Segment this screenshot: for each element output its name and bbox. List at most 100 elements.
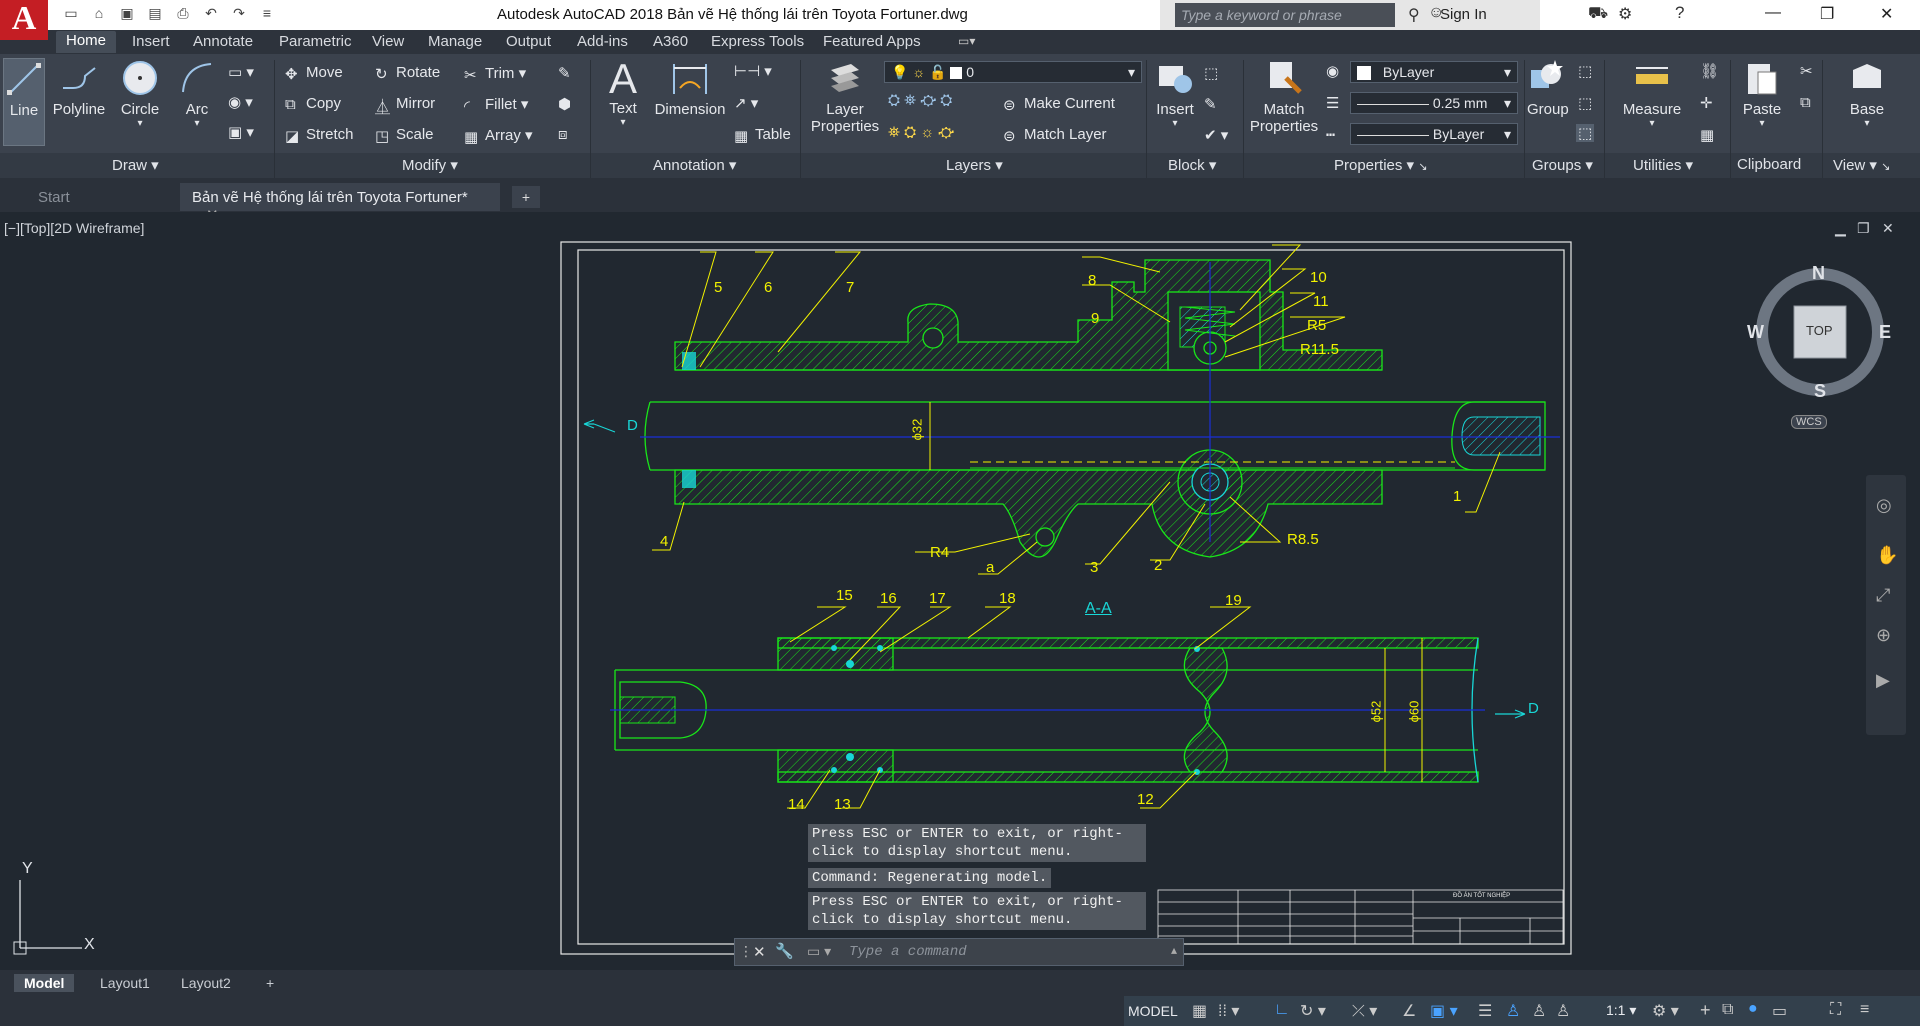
tab-output[interactable]: Output [506,33,551,50]
open-icon[interactable]: ⌂ [90,4,108,22]
chevron-down-icon[interactable]: ▾ [1614,118,1690,129]
sign-in-button[interactable]: Sign In [1440,6,1487,23]
make-current-button[interactable]: ⊜ Make Current [1003,95,1115,114]
copy-button[interactable]: ⧉ Copy [285,95,341,113]
hardware-acceleration-icon[interactable]: ● [1748,1000,1758,1018]
paste-button[interactable]: Paste ▾ [1740,58,1784,129]
quick-select-icon[interactable]: ⛓ [1700,62,1719,80]
tab-layout1[interactable]: Layout1 [90,974,160,992]
print-icon[interactable]: ⎙ [174,4,192,22]
isolate-objects-icon[interactable]: ⧉ [1722,1001,1733,1019]
clipboard-panel-label[interactable]: Clipboard [1737,156,1801,173]
copy-clip-icon[interactable]: ⧉ [1800,94,1811,111]
layer-dropdown[interactable]: 💡 ☼ 🔓 0 ▾ [884,61,1142,83]
cart-icon[interactable]: ⛟ [1588,4,1608,24]
new-tab-button[interactable]: + [512,186,540,208]
tab-model[interactable]: Model [14,974,75,992]
help-icon[interactable]: ? [1675,3,1684,23]
grid-icon[interactable]: ▦ [1192,1001,1207,1021]
tab-view[interactable]: View [372,33,404,50]
save-icon[interactable]: ▣ [118,4,136,22]
close-command-icon[interactable]: ✕ [753,943,766,961]
ortho-icon[interactable]: ∟ [1274,1001,1290,1019]
id-point-icon[interactable]: ✛ [1700,94,1713,112]
group-button[interactable]: Group [1527,58,1569,118]
command-input[interactable]: Type a command [849,944,967,960]
lineweight-icon[interactable]: ☰ [1326,94,1339,112]
autocad-logo-button[interactable]: A [0,0,48,40]
mirror-button[interactable]: ⏅ Mirror [375,95,435,116]
view-panel-label[interactable]: View ▾ ↘ [1833,156,1890,174]
compass-north[interactable]: N [1812,263,1825,284]
status-menu-icon[interactable]: ≡ [1860,1001,1869,1019]
measure-button[interactable]: Measure ▾ [1614,58,1690,129]
edit-block-icon[interactable]: ✎ [1204,95,1217,113]
showmotion-icon[interactable]: ▶ [1876,670,1890,691]
restore-icon[interactable]: ❐ [1820,4,1834,24]
model-space-button[interactable]: MODEL [1128,1003,1178,1019]
layer-tools-row2[interactable]: ⛯ ⛭ ☼ ⛮ [888,124,954,141]
rotate-button[interactable]: ↻ Rotate [375,64,440,83]
chevron-down-icon[interactable]: ▾ [603,117,643,128]
tab-drawing[interactable]: Bản vẽ Hệ thống lái trên Toyota Fortuner… [180,183,500,224]
osnap-icon[interactable]: ▣ ▾ [1430,1001,1458,1021]
annotation-scale-icon[interactable]: ♙ [1556,1001,1570,1021]
annotation-scale-value[interactable]: 1:1 ▾ [1606,1002,1636,1019]
attribute-icon[interactable]: ✔ ▾ [1204,126,1228,144]
layer-properties-button[interactable]: Layer Properties [808,58,882,135]
chevron-down-icon[interactable]: ▾ [118,118,162,129]
offset-icon[interactable]: ⧈ [558,126,568,143]
steering-wheel-icon[interactable]: ◎ [1876,495,1892,516]
lineweight-dropdown[interactable]: 0.25 mm ▾ [1350,92,1518,114]
polyline-button[interactable]: Polyline [52,58,106,118]
new-icon[interactable]: ▭ [62,4,80,22]
save-as-icon[interactable]: ▤ [146,4,164,22]
tab-annotate[interactable]: Annotate [193,33,253,50]
tab-featured-apps[interactable]: Featured Apps [823,33,921,50]
fillet-button[interactable]: ◜ Fillet ▾ [464,95,528,115]
minimize-icon[interactable]: — [1765,4,1781,22]
tab-manage[interactable]: Manage [428,33,482,50]
hatch-icon[interactable]: ◉ ▾ [228,93,253,111]
match-properties-button[interactable]: Match Properties [1248,58,1320,135]
command-prompt-icon[interactable]: ▭ ▾ [807,943,831,960]
tab-add-ins[interactable]: Add-ins [577,33,628,50]
viewcube[interactable]: N S E W TOP WCS [1747,263,1891,429]
linetype-icon[interactable]: ┅ [1326,126,1335,144]
circle-button[interactable]: Circle ▾ [118,58,162,129]
stretch-button[interactable]: ◪ Stretch [285,126,354,145]
groups-panel-label[interactable]: Groups ▾ [1532,156,1593,174]
rectangle-icon[interactable]: ▭ ▾ [228,63,254,81]
cut-icon[interactable]: ✂ [1800,62,1813,80]
leader-icon[interactable]: ↗ ▾ [734,94,758,112]
plus-icon[interactable]: + [1700,1000,1711,1021]
auto-scale-icon[interactable]: ♙ [1532,1001,1546,1021]
scale-button[interactable]: ◳ Scale [375,126,434,145]
exchange-icon[interactable]: ⚙ [1618,4,1632,24]
workspace-gear-icon[interactable]: ⚙ ▾ [1652,1001,1679,1021]
linear-dim-icon[interactable]: ⊢⊣ ▾ [734,62,772,80]
explode-icon[interactable]: ⬢ [558,95,571,113]
chevron-down-icon[interactable]: ▾ [176,118,218,129]
full-screen-icon[interactable]: ⛶ [1830,1001,1841,1019]
dimension-button[interactable]: Dimension [652,58,728,118]
layers-panel-label[interactable]: Layers ▾ [946,156,1003,174]
group-select-icon[interactable]: ⬚ [1576,124,1595,142]
clean-screen-icon[interactable]: ▭ [1772,1001,1787,1021]
wcs-menu[interactable]: WCS [1791,415,1827,429]
tab-start[interactable]: Start [26,183,176,211]
orbit-icon[interactable]: ⊕ [1876,625,1891,646]
osnap-tracking-icon[interactable]: ∠ [1402,1001,1416,1021]
erase-icon[interactable]: ✎ [558,64,571,82]
create-block-icon[interactable]: ⬚ [1204,64,1218,82]
close-icon[interactable]: ✕ [1880,4,1893,24]
add-layout-button[interactable]: + [256,974,284,992]
dialog-launcher-icon[interactable]: ↘ [1418,161,1427,173]
redo-icon[interactable]: ↷ [230,4,248,22]
utilities-panel-label[interactable]: Utilities ▾ [1633,156,1693,174]
arc-button[interactable]: Arc ▾ [176,58,218,129]
properties-panel-label[interactable]: Properties ▾ ↘ [1334,156,1427,174]
compass-east[interactable]: E [1879,322,1891,343]
snap-icon[interactable]: ⁞⁞ ▾ [1218,1001,1239,1021]
dialog-launcher-icon[interactable]: ↘ [1881,161,1890,173]
